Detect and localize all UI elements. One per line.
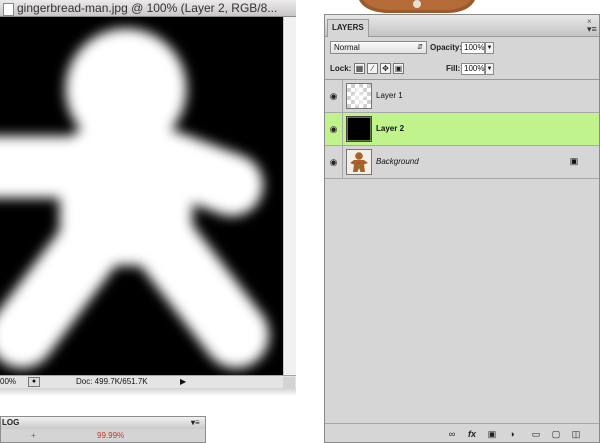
layer-thumbnail: [346, 149, 372, 175]
layer-thumbnail: [346, 116, 372, 142]
lock-transparent-icon[interactable]: ▦: [354, 63, 365, 74]
layer-name[interactable]: Background: [376, 157, 419, 167]
layer-name[interactable]: Layer 2: [376, 124, 404, 134]
panel-menu-icon[interactable]: ▾≡: [191, 417, 200, 429]
lock-icon: ▣: [569, 156, 579, 166]
lock-all-icon[interactable]: ▣: [393, 63, 404, 74]
bottom-panel: LOG ▾≡ + 99.99%: [0, 416, 206, 443]
bottom-panel-tab[interactable]: LOG: [2, 417, 19, 429]
gingerbread-mask-image: [0, 28, 269, 368]
bottom-panel-row-right: 99.99%: [97, 431, 125, 440]
layer-row-layer-2[interactable]: ◉ Layer 2: [325, 113, 599, 146]
tab-layers[interactable]: LAYERS: [327, 19, 369, 37]
panel-menu-icon[interactable]: ▾≡: [587, 24, 597, 35]
gingerbread-image-fragment: [359, 0, 475, 14]
link-icon[interactable]: ∞: [445, 428, 459, 440]
canvas[interactable]: [0, 17, 283, 375]
opacity-dropdown-icon[interactable]: ▼: [485, 42, 494, 54]
fill-field[interactable]: 100%: [461, 63, 485, 75]
layer-row-background[interactable]: ◉ Background ▣: [325, 146, 599, 179]
row-divider: [342, 113, 343, 145]
lock-move-icon[interactable]: ✥: [380, 63, 391, 74]
lock-label: Lock:: [330, 64, 352, 73]
fill-dropdown-icon[interactable]: ▼: [485, 63, 494, 75]
row-divider: [342, 80, 343, 112]
opacity-field[interactable]: 100%: [461, 42, 485, 54]
document-title: gingerbread-man.jpg @ 100% (Layer 2, RGB…: [17, 1, 278, 15]
layer-row-layer-1[interactable]: ◉ Layer 1: [325, 80, 599, 113]
blend-mode-select[interactable]: Normal ⇵: [330, 41, 427, 54]
status-menu-arrow-icon[interactable]: ▶: [180, 377, 190, 387]
doc-size: Doc: 499.7K/651.7K: [76, 377, 148, 386]
fill-label: Fill:: [446, 64, 461, 73]
zoom-level[interactable]: 00%: [0, 376, 16, 388]
row-divider: [342, 146, 343, 178]
file-icon: [3, 3, 14, 16]
adjustment-icon[interactable]: ◑: [505, 428, 519, 440]
fx-icon[interactable]: fx: [465, 428, 479, 440]
blend-mode-value: Normal: [334, 43, 360, 52]
opacity-label: Opacity:: [430, 43, 463, 52]
zoom-options-icon[interactable]: ●: [28, 377, 40, 387]
layers-tab-bar: LAYERS × ▾≡: [325, 15, 599, 37]
document-title-bar[interactable]: gingerbread-man.jpg @ 100% (Layer 2, RGB…: [0, 0, 296, 17]
select-arrows-icon: ⇵: [417, 44, 423, 51]
window-shadow: [0, 388, 296, 396]
eye-icon[interactable]: ◉: [328, 125, 339, 134]
vertical-scrollbar[interactable]: [283, 17, 296, 375]
eye-icon[interactable]: ◉: [328, 92, 339, 101]
status-bar: 00% ● Doc: 499.7K/651.7K ▶: [0, 375, 296, 388]
layer-name[interactable]: Layer 1: [376, 91, 403, 101]
group-folder-icon[interactable]: ▭: [529, 428, 543, 440]
trash-icon[interactable]: ◫: [569, 428, 583, 440]
lock-paint-icon[interactable]: ∕: [367, 63, 378, 74]
eye-icon[interactable]: ◉: [328, 158, 339, 167]
layers-panel: LAYERS × ▾≡ Normal ⇵ Opacity: 100% ▼ Loc…: [324, 14, 600, 443]
new-layer-icon[interactable]: ▢: [549, 428, 563, 440]
resize-grip-icon[interactable]: [283, 377, 295, 388]
bottom-panel-row-left: +: [31, 431, 36, 440]
layer-thumbnail: [346, 83, 372, 109]
mask-icon[interactable]: ▣: [485, 428, 499, 440]
layers-footer: ∞ fx ▣ ◑ ▭ ▢ ◫: [325, 423, 599, 443]
bottom-panel-header: LOG ▾≡: [1, 417, 205, 429]
document-window: gingerbread-man.jpg @ 100% (Layer 2, RGB…: [0, 0, 296, 400]
